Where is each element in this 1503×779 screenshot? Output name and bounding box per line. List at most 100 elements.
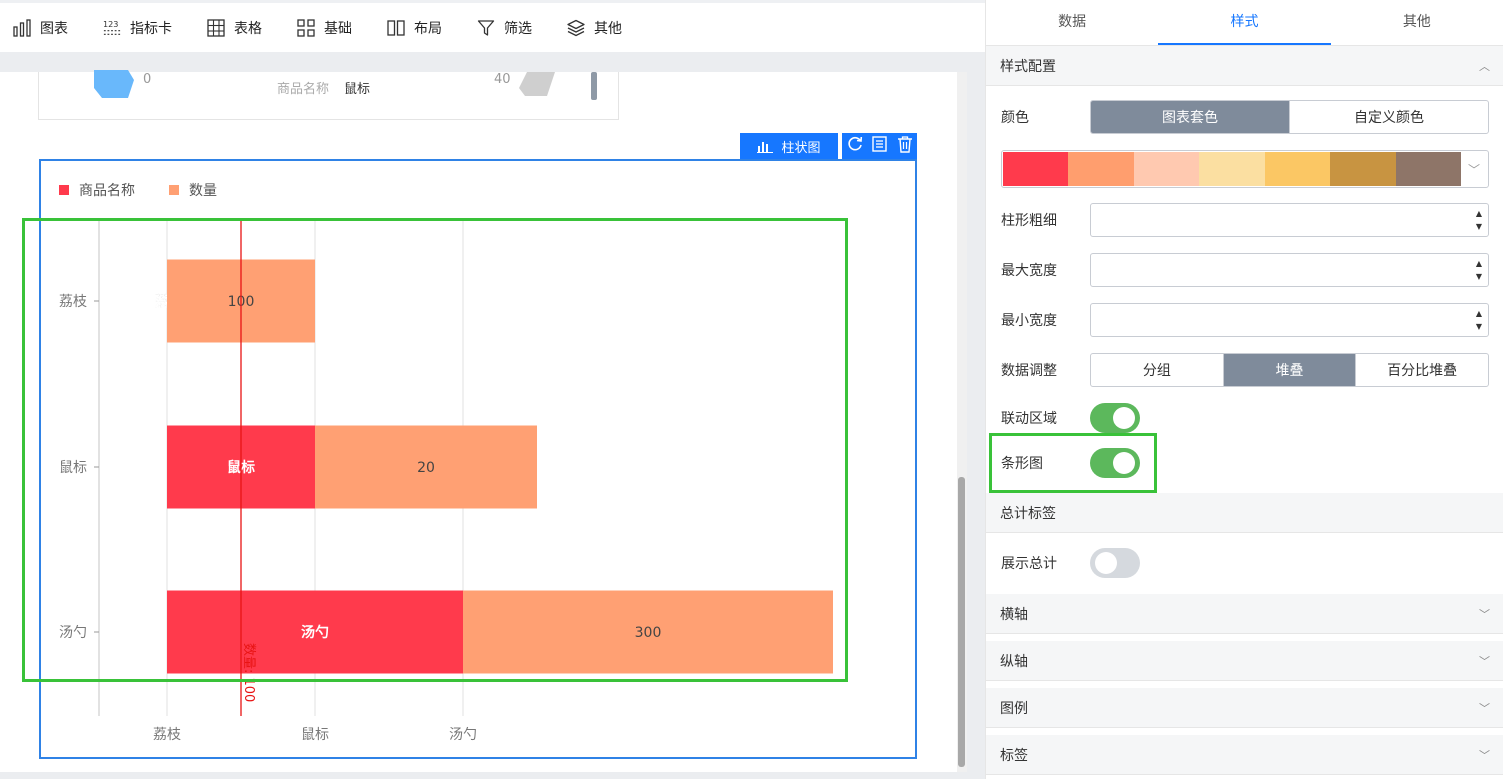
stepper-arrows-icon[interactable]: ▲ ▼: [1476, 307, 1482, 333]
columns-layout-icon: [386, 18, 406, 38]
tab-other[interactable]: 其他: [1331, 0, 1503, 45]
adjust-option-group[interactable]: 分组: [1091, 354, 1224, 386]
section-style-config-title: 样式配置: [1000, 58, 1056, 75]
palette-swatch: [1199, 152, 1265, 186]
table-grid-icon: [206, 18, 226, 38]
bar-data-label: 汤勺: [301, 624, 329, 641]
adjust-option-stack[interactable]: 堆叠: [1223, 354, 1357, 386]
tool-basic[interactable]: 基础: [284, 3, 364, 52]
bar-width-label: 柱形粗细: [1001, 213, 1057, 229]
section-total-label[interactable]: 总计标签: [986, 493, 1503, 533]
chevron-down-icon: ﹀: [1479, 701, 1490, 715]
max-width-row: 最大宽度 ▲ ▼: [986, 253, 1503, 287]
color-row: 颜色 图表套色 自定义颜色: [986, 100, 1503, 134]
chart-type-button[interactable]: 柱状图: [740, 133, 838, 159]
show-total-label: 展示总计: [1001, 556, 1057, 572]
trash-icon[interactable]: [896, 135, 914, 157]
color-option-theme[interactable]: 图表套色: [1091, 101, 1290, 133]
tool-other[interactable]: 其他: [554, 3, 634, 52]
layers-icon: [566, 18, 586, 38]
tool-chart-label: 图表: [40, 20, 68, 37]
bar-chart-icon: [757, 139, 774, 153]
chevron-down-icon: ﹀: [1467, 162, 1480, 177]
section-label[interactable]: 标签 ﹀: [986, 735, 1503, 775]
color-option-custom[interactable]: 自定义颜色: [1290, 101, 1488, 133]
canvas-scrollbar-thumb[interactable]: [958, 477, 965, 767]
x-tick-label: 鼠标: [301, 727, 329, 743]
palette-swatch: [1133, 152, 1200, 186]
data-adjust-row: 数据调整 分组 堆叠 百分比堆叠: [986, 353, 1503, 387]
color-palette-select[interactable]: ﹀: [1001, 150, 1489, 188]
top-card-bar-left: [94, 70, 134, 98]
bar-width-input[interactable]: ▲ ▼: [1090, 203, 1489, 237]
x-tick-label: 汤勺: [449, 727, 477, 743]
chevron-down-icon: ﹀: [1479, 607, 1490, 621]
dashboard-canvas: 0 商品名称 鼠标 40 柱状图 100 荔枝 鼠标 20 鼠标 汤勺 300 …: [0, 52, 985, 779]
tool-table[interactable]: 表格: [194, 3, 274, 52]
linkage-row: 联动区域: [986, 403, 1503, 433]
section-style-config[interactable]: 样式配置 ︿: [986, 46, 1503, 86]
canvas-scrollbar[interactable]: [957, 72, 967, 772]
linkage-toggle[interactable]: [1090, 403, 1140, 433]
tool-metric-card-label: 指标卡: [130, 20, 172, 37]
bar-chart-toggle[interactable]: [1090, 448, 1140, 478]
bar-chart-icon: [12, 18, 32, 38]
bar-data-label: 300: [635, 625, 662, 641]
section-x-axis[interactable]: 横轴 ﹀: [986, 594, 1503, 634]
section-total-label-title: 总计标签: [1000, 505, 1056, 522]
section-legend-title: 图例: [1000, 700, 1028, 717]
stepper-arrows-icon[interactable]: ▲ ▼: [1476, 207, 1482, 233]
color-mode-switch: 图表套色 自定义颜色: [1090, 100, 1489, 134]
section-y-axis-title: 纵轴: [1000, 653, 1028, 670]
tab-data[interactable]: 数据: [986, 0, 1158, 45]
config-panel: 数据 样式 其他 样式配置 ︿ 颜色 图表套色 自定义颜色 ﹀ 柱形粗细 ▲ ▼…: [985, 0, 1503, 779]
tool-basic-label: 基础: [324, 20, 352, 37]
toggle-knob: [1113, 407, 1135, 429]
show-total-toggle[interactable]: [1090, 548, 1140, 578]
stepper-arrows-icon[interactable]: ▲ ▼: [1476, 257, 1482, 283]
min-width-row: 最小宽度 ▲ ▼: [986, 303, 1503, 337]
toggle-knob: [1113, 452, 1135, 474]
palette-swatch: [1264, 152, 1331, 186]
min-width-input[interactable]: ▲ ▼: [1090, 303, 1489, 337]
chevron-down-icon: ﹀: [1479, 748, 1490, 762]
tool-metric-card[interactable]: 123 指标卡: [90, 3, 184, 52]
tool-filter-label: 筛选: [504, 20, 532, 37]
copy-icon[interactable]: [871, 135, 889, 157]
palette-swatch: [1330, 152, 1396, 186]
section-label-title: 标签: [1000, 747, 1028, 764]
min-width-label: 最小宽度: [1001, 313, 1057, 329]
bar-chart-row: 条形图: [986, 448, 1503, 478]
refresh-icon[interactable]: [846, 135, 864, 157]
top-card-field-label: 商品名称: [277, 82, 330, 97]
bar-chart-svg: 荔枝100荔枝鼠标20鼠标汤勺300汤勺荔枝鼠标汤勺数量: 100商品名称数量: [59, 183, 833, 743]
tool-filter[interactable]: 筛选: [464, 3, 544, 52]
max-width-label: 最大宽度: [1001, 263, 1057, 279]
legend-label: 商品名称: [79, 183, 135, 199]
data-adjust-label: 数据调整: [1001, 363, 1057, 379]
svg-text:123: 123: [103, 19, 118, 29]
max-width-input[interactable]: ▲ ▼: [1090, 253, 1489, 287]
app-root: 图表 123 指标卡 表格 基础 布局 筛选 其他 0 商品名称 鼠标 40 柱…: [0, 0, 1503, 779]
canvas-page: 0 商品名称 鼠标 40 柱状图 100 荔枝 鼠标 20 鼠标 汤勺 300 …: [0, 70, 957, 772]
tool-layout[interactable]: 布局: [374, 3, 454, 52]
chevron-up-icon: ︿: [1479, 59, 1490, 73]
top-card-left-value: 0: [143, 72, 152, 87]
tool-chart[interactable]: 图表: [0, 3, 80, 52]
adjust-option-percent-stack[interactable]: 百分比堆叠: [1356, 354, 1488, 386]
section-legend[interactable]: 图例 ﹀: [986, 688, 1503, 728]
tool-layout-label: 布局: [414, 20, 442, 37]
legend-swatch: [59, 185, 69, 195]
legend-swatch: [169, 185, 179, 195]
section-y-axis[interactable]: 纵轴 ﹀: [986, 641, 1503, 681]
bar-width-row: 柱形粗细 ▲ ▼: [986, 203, 1503, 237]
palette-swatch: [1395, 152, 1461, 186]
component-toolbar: 图表 123 指标卡 表格 基础 布局 筛选 其他: [0, 0, 985, 52]
y-tick-label: 汤勺: [59, 625, 87, 641]
chevron-down-icon: ﹀: [1479, 654, 1490, 668]
palette-swatch: [1068, 152, 1134, 186]
bar-chart-component[interactable]: 荔枝100荔枝鼠标20鼠标汤勺300汤勺荔枝鼠标汤勺数量: 100商品名称数量: [39, 159, 917, 759]
top-card-right-value: 40: [494, 72, 511, 87]
tab-style[interactable]: 样式: [1158, 0, 1331, 45]
top-chart-card[interactable]: 0 商品名称 鼠标 40: [38, 70, 619, 120]
